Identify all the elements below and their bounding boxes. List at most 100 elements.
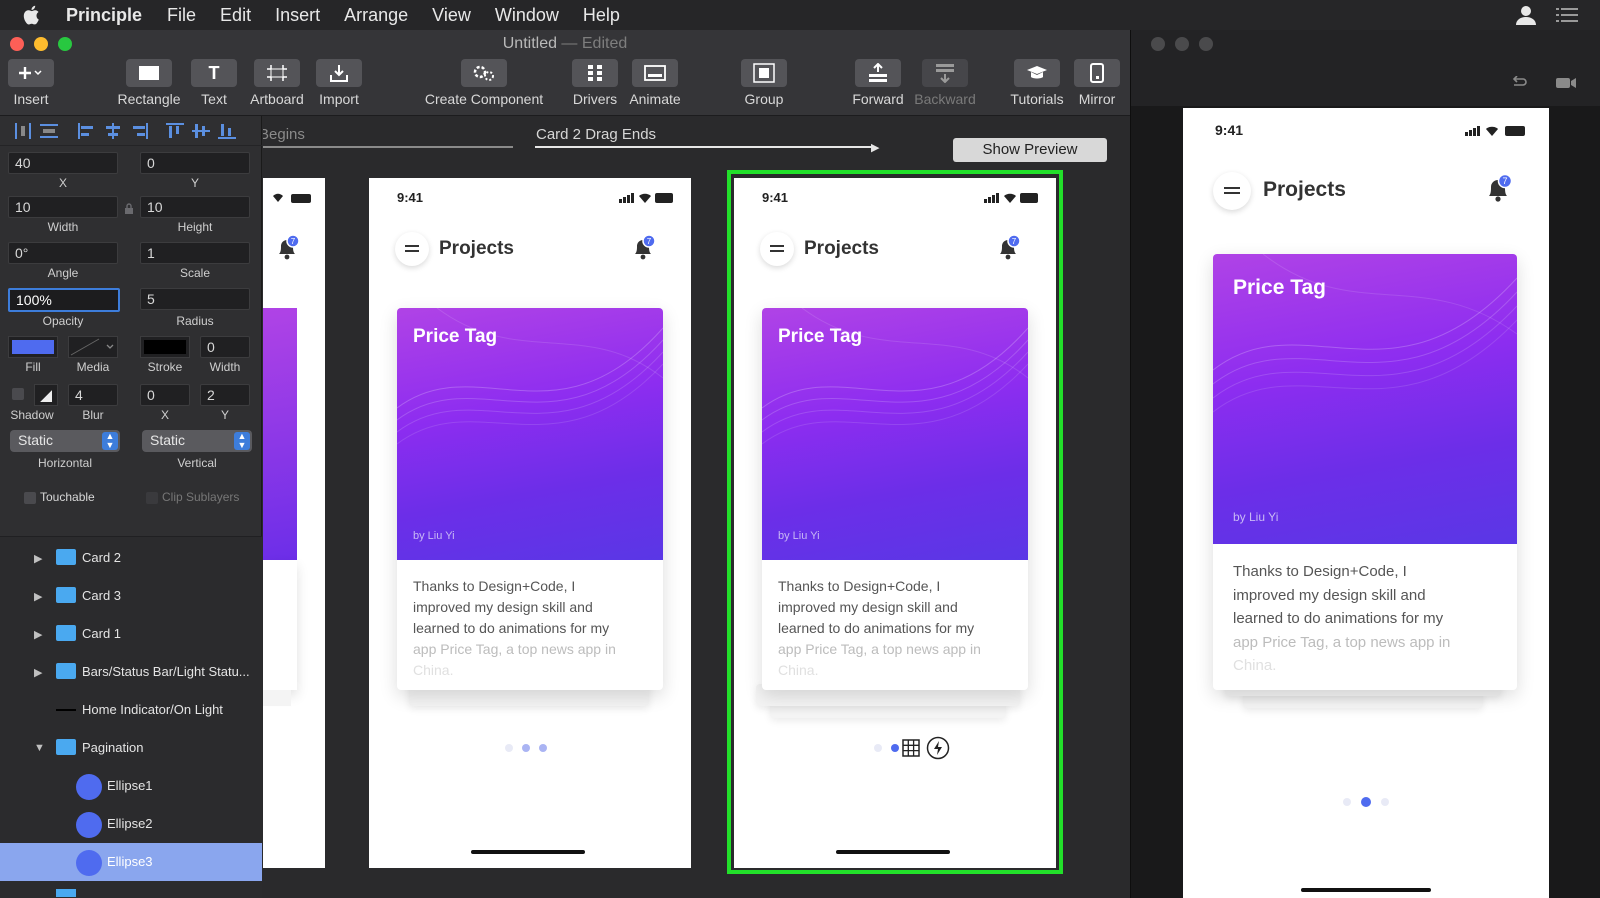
menu-app-name[interactable]: Principle	[66, 5, 142, 26]
reset-icon[interactable]	[1511, 75, 1527, 95]
close-window-button[interactable]	[1151, 37, 1165, 51]
transition-line-begins[interactable]	[263, 146, 513, 148]
radius-input[interactable]: 5	[140, 288, 250, 310]
bell-icon[interactable]: 7	[275, 234, 303, 264]
align-left-icon[interactable]	[78, 123, 96, 139]
ellipse-layer-icon	[76, 850, 102, 876]
transition-line-drag-ends[interactable]	[535, 146, 875, 148]
scale-input[interactable]: 1	[140, 242, 250, 264]
text-tool[interactable]: T Text	[191, 59, 237, 107]
layer-card-1[interactable]: ▶ Card 1	[0, 615, 262, 653]
rectangle-tool[interactable]: Rectangle	[114, 59, 184, 107]
pagination-dot[interactable]	[505, 744, 513, 752]
media-well[interactable]	[68, 336, 118, 358]
disclosure-triangle-expanded-icon[interactable]: ▼	[34, 742, 45, 754]
angle-input[interactable]: 0°	[8, 242, 118, 264]
record-video-icon[interactable]	[1555, 76, 1577, 95]
lock-ratio-icon[interactable]	[124, 202, 134, 220]
disclosure-triangle-icon[interactable]: ▶	[34, 552, 42, 565]
layer-label: Ellipse2	[107, 816, 153, 831]
bell-icon[interactable]: 7	[631, 234, 659, 264]
width-input[interactable]: 10	[8, 196, 118, 218]
align-top-icon[interactable]	[166, 123, 184, 139]
align-right-icon[interactable]	[130, 123, 148, 139]
layer-card-2[interactable]: ▶ Card 2	[0, 539, 262, 577]
drivers-tool[interactable]: Drivers	[572, 59, 618, 107]
transition-begins-label[interactable]: Begins	[263, 126, 305, 143]
project-card[interactable]: Price Tag by Liu Yi Thanks to Design+Cod…	[1213, 254, 1517, 690]
artboard-card-2[interactable]: 9:41 Projects 7 Price Tag by Liu Yi Than…	[369, 178, 691, 868]
pagination-dot[interactable]	[1343, 798, 1351, 806]
menu-arrange[interactable]: Arrange	[344, 5, 408, 26]
project-card[interactable]: Price Tag by Liu Yi Thanks to Design+Cod…	[397, 308, 663, 690]
apple-icon[interactable]	[22, 5, 52, 25]
x-input[interactable]: 40	[8, 152, 118, 174]
bell-icon[interactable]: 7	[1485, 173, 1513, 204]
layer-ellipse1[interactable]: Ellipse1	[0, 767, 262, 805]
backward-tool[interactable]: Backward	[914, 59, 976, 107]
import-tool[interactable]: Import	[316, 59, 362, 107]
shadow-x-input[interactable]: 0	[140, 384, 190, 406]
show-preview-button[interactable]: Show Preview	[953, 138, 1107, 162]
pagination-dot[interactable]	[539, 744, 547, 752]
layer-card-3[interactable]: ▶ Card 3	[0, 577, 262, 615]
layer-status-bar[interactable]: ▶ Bars/Status Bar/Light Statu...	[0, 653, 262, 691]
menu-button[interactable]	[395, 232, 429, 266]
stroke-color-well[interactable]	[140, 336, 190, 358]
fill-color-well[interactable]	[8, 336, 58, 358]
shadow-color-well[interactable]	[34, 384, 58, 406]
height-input[interactable]: 10	[140, 196, 250, 218]
mirror-tool[interactable]: Mirror	[1074, 59, 1120, 107]
touchable-checkbox[interactable]	[24, 492, 36, 504]
menu-button[interactable]	[1213, 172, 1251, 210]
disclosure-triangle-icon[interactable]: ▶	[34, 628, 42, 641]
zoom-window-button[interactable]	[1199, 37, 1213, 51]
artboard-card-1[interactable]: 7	[263, 178, 325, 868]
menu-file[interactable]: File	[167, 5, 196, 26]
pagination-dot[interactable]	[1381, 798, 1389, 806]
layer-ellipse2[interactable]: Ellipse2	[0, 805, 262, 843]
shadow-y-input[interactable]: 2	[200, 384, 250, 406]
distribute-vertical-icon[interactable]	[40, 123, 58, 139]
pagination-dot-active[interactable]	[522, 744, 530, 752]
pagination-dot-active[interactable]	[1361, 797, 1371, 807]
user-icon[interactable]	[1514, 4, 1538, 31]
stroke-width-input[interactable]: 0	[200, 336, 250, 358]
transition-drag-ends-label[interactable]: Card 2 Drag Ends	[536, 126, 656, 143]
artboard-tool[interactable]: Artboard	[246, 59, 308, 107]
animate-tool[interactable]: Animate	[627, 59, 683, 107]
layer-ellipse3[interactable]: Ellipse3	[0, 843, 262, 881]
shadow-checkbox[interactable]	[12, 388, 24, 400]
align-middle-icon[interactable]	[192, 123, 210, 139]
align-bottom-icon[interactable]	[218, 123, 236, 139]
tutorials-tool[interactable]: Tutorials	[1006, 59, 1068, 107]
menu-view[interactable]: View	[432, 5, 471, 26]
insert-tool[interactable]: Insert	[8, 59, 54, 107]
menu-insert[interactable]: Insert	[275, 5, 320, 26]
group-tool[interactable]: Group	[741, 59, 787, 107]
opacity-input[interactable]: 100%	[8, 288, 120, 312]
canvas[interactable]: Begins Card 2 Drag Ends ▶ Show Preview 7	[263, 116, 1130, 898]
menu-window[interactable]: Window	[495, 5, 559, 26]
menu-extras	[1514, 4, 1578, 31]
clip-sublayers-checkbox[interactable]	[146, 492, 158, 504]
distribute-horizontal-icon[interactable]	[14, 123, 32, 139]
menu-help[interactable]: Help	[583, 5, 620, 26]
disclosure-triangle-icon[interactable]: ▶	[34, 666, 42, 679]
list-icon[interactable]	[1556, 7, 1578, 28]
y-input[interactable]: 0	[140, 152, 250, 174]
align-center-horizontal-icon[interactable]	[104, 123, 122, 139]
layer-pagination[interactable]: ▼ Pagination	[0, 729, 262, 767]
menu-edit[interactable]: Edit	[220, 5, 251, 26]
minimize-window-button[interactable]	[1175, 37, 1189, 51]
vertical-resize-select[interactable]: Static ▲ ▼	[142, 430, 252, 452]
layer-home-indicator[interactable]: Home Indicator/On Light	[0, 691, 262, 729]
disclosure-triangle-icon[interactable]: ▶	[34, 590, 42, 603]
create-component-tool[interactable]: Create Component	[422, 59, 546, 107]
blur-input[interactable]: 4	[68, 384, 118, 406]
preview-screen[interactable]: 9:41 Projects 7 Price Tag by Liu Yi Than…	[1183, 108, 1549, 898]
graduation-cap-icon	[1014, 59, 1060, 87]
forward-tool[interactable]: Forward	[850, 59, 906, 107]
opacity-label: Opacity	[42, 314, 84, 328]
horizontal-resize-select[interactable]: Static ▲ ▼	[10, 430, 120, 452]
